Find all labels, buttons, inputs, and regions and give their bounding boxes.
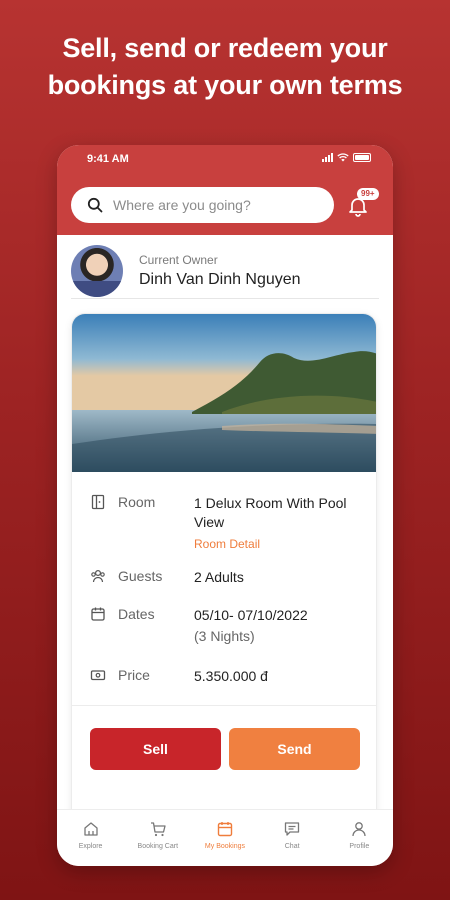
cash-icon bbox=[90, 670, 106, 681]
headline-line-2: bookings at your own terms bbox=[47, 70, 403, 100]
guests-value: 2 Adults bbox=[194, 569, 244, 585]
user-icon bbox=[352, 822, 366, 837]
signal-icon bbox=[322, 153, 333, 162]
room-label: Room bbox=[118, 494, 156, 510]
send-button[interactable]: Send bbox=[229, 728, 360, 770]
notification-badge: 99+ bbox=[357, 188, 379, 200]
nav-explore[interactable]: Explore bbox=[57, 810, 124, 866]
owner-name: Dinh Van Dinh Nguyen bbox=[139, 271, 301, 288]
booking-card: Room 1 Delux Room With Pool View Room De… bbox=[71, 313, 377, 811]
guests-icon bbox=[91, 569, 105, 583]
search-icon bbox=[87, 197, 103, 213]
nav-chat[interactable]: Chat bbox=[259, 810, 326, 866]
nav-my-bookings[interactable]: My Bookings bbox=[191, 810, 258, 866]
calendar-icon bbox=[217, 822, 233, 837]
owner-label: Current Owner bbox=[139, 253, 218, 267]
guests-label: Guests bbox=[118, 568, 163, 584]
nav-label: Booking Cart bbox=[137, 843, 179, 850]
wifi-icon bbox=[337, 153, 349, 162]
phone-screen: 9:41 AM 99+ Current Owner Dinh Van Dinh … bbox=[57, 145, 393, 866]
bottom-nav: Explore Booking Cart My Bookings Chat Pr… bbox=[57, 809, 393, 866]
booking-content: Current Owner Dinh Van Dinh Nguyen Room … bbox=[57, 235, 393, 811]
home-icon bbox=[83, 822, 98, 836]
status-icons bbox=[322, 153, 371, 162]
room-name: 1 Delux Room With Pool View bbox=[194, 495, 347, 530]
avatar bbox=[71, 245, 123, 297]
hotel-photo bbox=[72, 314, 376, 472]
chat-icon bbox=[285, 822, 300, 836]
cart-icon bbox=[150, 822, 166, 837]
room-value: 1 Delux Room With Pool View Room Detail bbox=[194, 494, 364, 554]
sell-button[interactable]: Sell bbox=[90, 728, 221, 770]
room-detail-link[interactable]: Room Detail bbox=[194, 535, 364, 554]
nav-label: Explore bbox=[78, 843, 103, 850]
search-input[interactable] bbox=[113, 197, 313, 213]
status-time: 9:41 AM bbox=[87, 153, 129, 165]
nav-label: Profile bbox=[349, 843, 370, 850]
price-label: Price bbox=[118, 667, 150, 683]
app-header: 9:41 AM 99+ bbox=[57, 145, 393, 235]
nav-booking-cart[interactable]: Booking Cart bbox=[124, 810, 191, 866]
door-icon bbox=[91, 494, 105, 510]
search-bar[interactable] bbox=[71, 187, 334, 223]
headline-line-1: Sell, send or redeem your bbox=[62, 33, 388, 63]
battery-icon bbox=[353, 153, 371, 162]
divider bbox=[72, 705, 376, 706]
status-bar: 9:41 AM bbox=[57, 145, 393, 175]
nav-label: My Bookings bbox=[204, 843, 245, 850]
promo-headline: Sell, send or redeem your bookings at yo… bbox=[0, 30, 450, 104]
dates-nights: (3 Nights) bbox=[194, 628, 255, 644]
calendar-icon bbox=[91, 607, 105, 621]
dates-value: 05/10- 07/10/2022 (3 Nights) bbox=[194, 606, 364, 646]
dates-label: Dates bbox=[118, 606, 155, 622]
price-value: 5.350.000 đ bbox=[194, 668, 268, 684]
dates-range: 05/10- 07/10/2022 bbox=[194, 607, 308, 623]
nav-profile[interactable]: Profile bbox=[326, 810, 393, 866]
owner-section: Current Owner Dinh Van Dinh Nguyen bbox=[71, 241, 379, 299]
nav-label: Chat bbox=[284, 843, 300, 850]
